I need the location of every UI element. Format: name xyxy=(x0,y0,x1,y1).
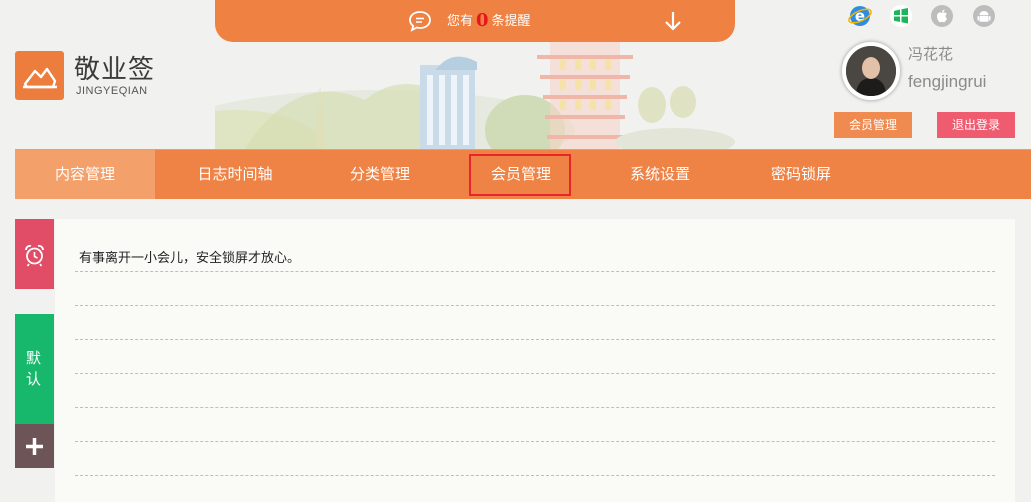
notification-bar[interactable]: 您有 0 条提醒 xyxy=(215,0,735,42)
arrow-down-icon[interactable] xyxy=(664,10,682,32)
nav-tab-lock-screen[interactable]: 密码锁屏 xyxy=(746,150,856,199)
avatar[interactable] xyxy=(841,41,901,101)
member-management-button[interactable]: 会员管理 xyxy=(834,112,912,138)
nav-tab-log-timeline[interactable]: 日志时间轴 xyxy=(175,150,295,199)
brand-name: 敬业签 xyxy=(74,55,156,85)
logout-button[interactable]: 退出登录 xyxy=(937,112,1015,138)
android-icon[interactable] xyxy=(972,4,996,28)
nav-tab-category[interactable]: 分类管理 xyxy=(325,150,435,199)
message-bubble-icon xyxy=(409,11,431,32)
nav-tab-settings[interactable]: 系统设置 xyxy=(605,150,715,199)
note-ruled-line xyxy=(75,373,995,374)
user-nickname: 冯花花 xyxy=(908,45,954,63)
windows-icon[interactable] xyxy=(889,4,913,28)
notification-count: 0 xyxy=(476,10,489,31)
nav-tab-content[interactable]: 内容管理 xyxy=(15,150,155,199)
notification-prefix: 您有 xyxy=(447,14,474,29)
sidebar-alarm-tab[interactable] xyxy=(15,219,54,289)
note-content-area[interactable]: 有事离开一小会儿，安全锁屏才放心。 xyxy=(55,219,1015,502)
note-ruled-line xyxy=(75,475,995,476)
logo-icon xyxy=(15,51,64,100)
avatar-photo xyxy=(846,46,896,96)
nav-tab-member[interactable]: 会员管理 xyxy=(466,150,576,199)
main-nav: 内容管理 日志时间轴 分类管理 会员管理 系统设置 密码锁屏 xyxy=(15,149,1031,199)
header-illustration xyxy=(215,38,735,149)
alarm-clock-icon xyxy=(25,245,44,267)
notification-text: 您有 0 条提醒 xyxy=(447,11,531,32)
notification-suffix: 条提醒 xyxy=(491,14,531,29)
brand-subtitle: JINGYEQIAN xyxy=(76,85,148,97)
header: 您有 0 条提醒 敬业签 JINGYEQIAN e 冯花花 fengjingru… xyxy=(0,0,1031,149)
note-ruled-line xyxy=(75,407,995,408)
sidebar-default-tab[interactable]: 默认 xyxy=(15,314,54,424)
note-text[interactable]: 有事离开一小会儿，安全锁屏才放心。 xyxy=(79,247,300,266)
note-ruled-line xyxy=(75,305,995,306)
note-ruled-line xyxy=(75,441,995,442)
user-username: fengjingrui xyxy=(908,72,987,91)
sidebar-default-label: 默认 xyxy=(26,349,42,388)
note-ruled-line xyxy=(75,339,995,340)
plus-icon xyxy=(26,438,43,455)
sidebar-add-tab[interactable] xyxy=(15,424,54,468)
ie-icon[interactable]: e xyxy=(848,4,872,28)
note-ruled-line xyxy=(75,271,995,272)
apple-icon[interactable] xyxy=(930,4,954,28)
